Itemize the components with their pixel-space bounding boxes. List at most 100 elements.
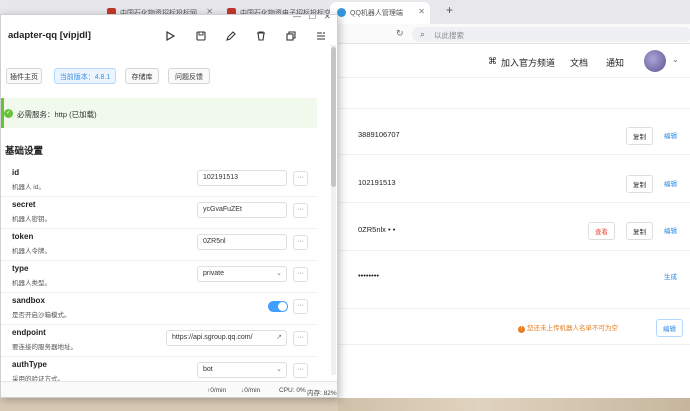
endpoint-input[interactable]: https://api.sgroup.qq.com/ ↗ [166,330,287,346]
bot-appid-value: 3889106707 [358,130,400,139]
close-tab-icon[interactable]: ✕ [418,7,425,16]
chevron-down-icon: ⌄ [276,366,282,373]
view-button[interactable]: 查看 [588,222,615,240]
toggle-knob [278,302,287,311]
scrollbar-thumb[interactable] [331,47,336,187]
download-rate-value: 0/min [244,387,261,394]
more-button[interactable]: ··· [293,171,308,186]
setting-desc: 是否开启沙箱模式。 [12,312,71,319]
list-settings-icon[interactable] [315,29,327,41]
warning-icon: ! [518,326,525,333]
setting-desc: 机器人 id。 [12,184,45,191]
new-tab-button[interactable]: + [446,3,453,17]
bot-token-value: 0ZR5nlx • • [358,225,396,234]
chevron-down-icon[interactable]: ⌄ [672,55,679,64]
status-bar: ↑0/min ↓0/min CPU: 0% 内存: 82% [1,381,337,397]
plugin-home-tag[interactable]: 插件主页 [6,68,42,84]
avatar[interactable] [644,50,666,72]
setting-desc: 机器人密钥。 [12,216,51,223]
check-icon: ✓ [4,109,13,118]
copy-button[interactable]: 复制 [626,127,653,145]
save-icon[interactable] [195,29,207,41]
nav-notify-link[interactable]: 通知 [606,56,624,69]
browser-tab-label: QQ机器人管理端 [350,10,403,17]
delete-icon[interactable] [255,29,267,41]
service-status: ✓ 必需服务：http (已加载) [1,98,317,128]
web-page: ⌘ 加入官方频道 文档 通知 ⌄ 3889106707 复制 编辑 102191… [338,44,690,400]
setting-key: type [12,264,29,273]
address-placeholder: 以此搜索 [434,31,464,40]
type-select[interactable]: private ⌄ [197,266,287,282]
play-icon[interactable] [164,29,176,42]
divider [338,108,690,109]
token-input[interactable]: 0ZR5nl [197,234,287,250]
more-button[interactable]: ··· [293,363,308,378]
divider [338,308,690,309]
more-button[interactable]: ··· [293,299,308,314]
download-rate: ↓0/min [241,387,261,394]
top-nav: ⌘ 加入官方频道 文档 通知 ⌄ [338,44,690,78]
authtype-select[interactable]: bot ⌄ [197,362,287,378]
copy-button[interactable]: 复制 [626,175,653,193]
setting-row-type: type 机器人类型。 private ⌄ ··· [1,261,317,293]
repo-tag[interactable]: 存储库 [125,68,159,84]
sandbox-toggle[interactable] [268,301,288,312]
upload-rate-value: 0/min [210,387,227,394]
setting-desc: 机器人类型。 [12,280,51,287]
setting-key: sandbox [12,296,45,305]
setting-key: id [12,168,20,177]
endpoint-value: https://api.sgroup.qq.com/ [172,334,253,341]
maximize-icon[interactable]: ☐ [309,15,316,21]
panel-title: adapter-qq [vipjdl] [8,30,91,41]
more-button[interactable]: ··· [293,203,308,218]
setting-row-id: id 机器人 id。 102191513 ··· [1,165,317,197]
edit-link[interactable]: 编辑 [664,130,677,140]
setting-row-token: token 机器人令牌。 0ZR5nl ··· [1,229,317,261]
scrollbar[interactable] [331,45,336,375]
version-tag[interactable]: 当前版本：4.8.1 [54,68,116,84]
taskbar-wallpaper [338,398,690,411]
bot-secret-value: •••••••• [358,271,380,280]
divider [338,250,690,251]
memory-usage: 内存: 82% [307,390,337,397]
copy-icon[interactable] [285,29,297,41]
site-favicon-icon [337,8,346,17]
setting-row-sandbox: sandbox 是否开启沙箱模式。 ··· [1,293,317,325]
edit-link[interactable]: 编辑 [664,225,677,235]
minimize-icon[interactable]: — [293,15,301,21]
setting-key: endpoint [12,328,46,337]
generate-link[interactable]: 生成 [664,271,677,281]
authtype-select-value: bot [203,366,213,373]
id-input[interactable]: 102191513 [197,170,287,186]
feedback-tag[interactable]: 问题反馈 [168,68,210,84]
bot-id-value: 102191513 [358,178,396,187]
copy-button[interactable]: 复制 [626,222,653,240]
warning-text: 您还未上传机器人名单不可为空 [527,325,618,332]
section-title: 基础设置 [5,146,44,157]
more-button[interactable]: ··· [293,331,308,346]
setting-row-secret: secret 机器人密钥。 ycGvaFuZEt ··· [1,197,317,229]
nav-channel-link[interactable]: 加入官方频道 [501,56,555,69]
setting-desc: 要连接的服务器地址。 [12,344,77,351]
service-text: 必需服务：http (已加载) [17,110,97,119]
edit-button[interactable]: 编辑 [656,319,683,337]
close-icon[interactable]: ✕ [324,15,331,21]
setting-row-endpoint: endpoint 要连接的服务器地址。 https://api.sgroup.q… [1,325,317,357]
edit-link[interactable]: 编辑 [664,178,677,188]
plugin-config-panel: — ☐ ✕ adapter-qq [vipjdl] 插件主页 当前版本：4.8.… [0,14,338,398]
more-button[interactable]: ··· [293,267,308,282]
secret-input[interactable]: ycGvaFuZEt [197,202,287,218]
browser-tab-active[interactable]: QQ机器人管理端 ✕ [330,2,430,24]
refresh-icon[interactable]: ↻ [396,28,404,39]
grid-icon: ⌘ [488,56,497,66]
nav-docs-link[interactable]: 文档 [570,56,588,69]
setting-desc: 机器人令牌。 [12,248,51,255]
setting-key: authType [12,360,47,369]
setting-key: token [12,232,34,241]
search-icon: ⌕ [420,29,426,39]
more-button[interactable]: ··· [293,235,308,250]
divider [338,154,690,155]
external-link-icon[interactable]: ↗ [276,333,282,341]
address-bar[interactable]: ⌕ 以此搜索 [412,27,690,42]
edit-icon[interactable] [225,29,237,41]
